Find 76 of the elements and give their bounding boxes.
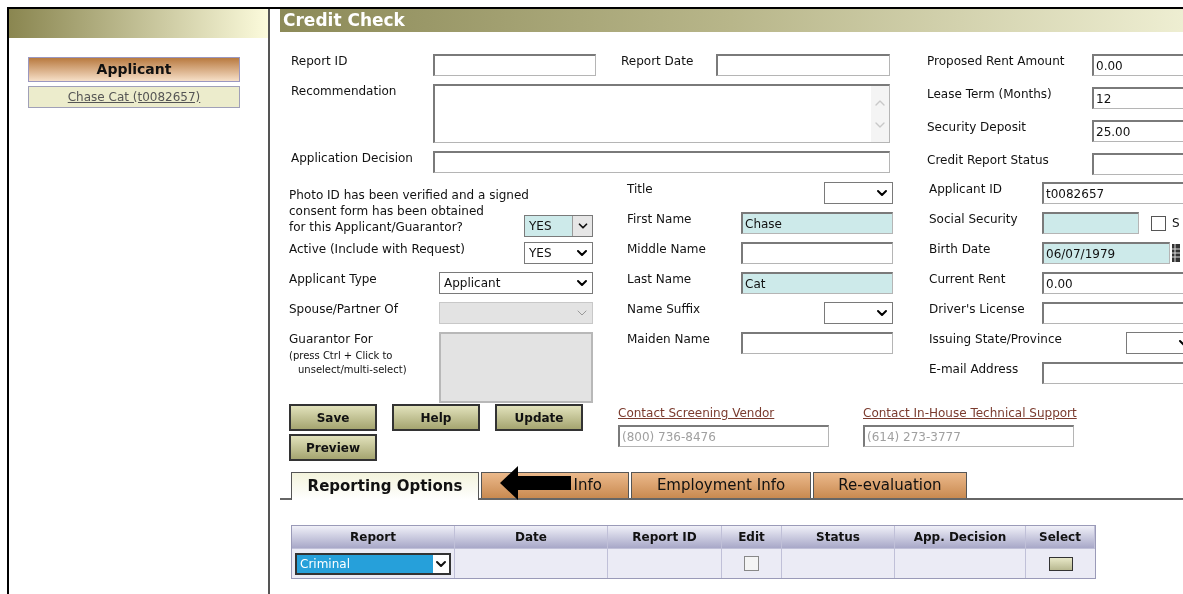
field-label: Guarantor For <box>289 332 374 347</box>
field-label: Name Suffix <box>627 302 701 317</box>
text-field[interactable] <box>1042 362 1183 384</box>
select-button[interactable] <box>1048 556 1073 571</box>
text-field[interactable] <box>741 332 893 354</box>
field-label: Maiden Name <box>627 332 711 347</box>
form-button[interactable]: Help <box>392 404 480 431</box>
text-field[interactable]: 25.00 <box>1092 120 1183 142</box>
arrow-left-icon <box>500 466 571 500</box>
field-label: Current Rent <box>929 272 1007 287</box>
column-header: Select <box>1026 526 1095 548</box>
checkbox-label: S <box>1172 215 1180 232</box>
field-label: Last Name <box>627 272 693 287</box>
field-label: Proposed Rent Amount <box>927 54 1066 69</box>
column-header: Edit <box>722 526 782 548</box>
page-title: Credit Check <box>283 9 405 32</box>
applicant-link[interactable]: Chase Cat (t0082657) <box>67 88 201 106</box>
checkbox[interactable] <box>1151 215 1166 231</box>
tab[interactable]: Re-evaluation <box>813 472 967 498</box>
text-field[interactable]: t0082657 <box>1042 182 1183 204</box>
field-label: Lease Term (Months) <box>927 87 1053 102</box>
field-label: Application Decision <box>291 151 414 166</box>
field-label: Credit Report Status <box>927 153 1050 168</box>
field-label: Recommendation <box>291 84 398 99</box>
edit-checkbox[interactable] <box>744 556 759 571</box>
text-field[interactable] <box>1092 153 1183 175</box>
field-label: Birth Date <box>929 242 992 257</box>
date-field[interactable]: 06/07/1979 <box>1042 242 1170 264</box>
field-label: Security Deposit <box>927 120 1027 135</box>
field-label: Spouse/Partner Of <box>289 302 400 317</box>
dropdown[interactable]: YES <box>524 215 593 237</box>
field-label: Report Date <box>621 54 695 69</box>
field-label: Middle Name <box>627 242 707 257</box>
field-label: Social Security <box>929 212 1019 227</box>
text-field[interactable] <box>1042 302 1183 324</box>
text-field[interactable] <box>433 151 890 173</box>
field-label: Issuing State/Province <box>929 332 1062 347</box>
field-label: Applicant ID <box>929 182 1003 197</box>
dropdown[interactable] <box>1126 332 1183 354</box>
text-field[interactable] <box>741 242 893 264</box>
column-header: Date <box>455 526 608 548</box>
text-field[interactable] <box>433 54 596 76</box>
text-field[interactable]: Cat <box>741 272 893 294</box>
text-field[interactable] <box>1042 212 1139 234</box>
section-header: Applicant <box>28 57 240 82</box>
column-header: Report ID <box>608 526 722 548</box>
tab[interactable]: Reporting Options <box>291 472 479 500</box>
field-label: E-mail Address <box>929 362 1020 377</box>
text-field[interactable] <box>716 54 890 76</box>
field-label: Driver's License <box>929 302 1026 317</box>
column-header: Report <box>292 526 455 548</box>
field-label: Report ID <box>291 54 349 69</box>
field-label: Applicant Type <box>289 272 378 287</box>
dropdown[interactable] <box>824 302 893 324</box>
tab[interactable]: Employment Info <box>631 472 811 498</box>
form-button[interactable]: Save <box>289 404 377 431</box>
field-hint: (press Ctrl + Click to unselect/multi-select) <box>289 349 408 377</box>
dropdown[interactable]: YES <box>524 242 593 264</box>
chevron-down-icon[interactable] <box>572 216 592 236</box>
column-header: Status <box>782 526 895 548</box>
column-header: App. Decision <box>895 526 1026 548</box>
dropdown[interactable]: Applicant <box>439 272 593 294</box>
calendar-icon[interactable] <box>1172 244 1180 262</box>
contact-link[interactable]: Contact Screening Vendor <box>618 404 829 422</box>
field-label: First Name <box>627 212 693 227</box>
field-label: Title <box>627 182 653 197</box>
contact-link[interactable]: Contact In-House Technical Support <box>863 404 1077 422</box>
text-field[interactable]: 0.00 <box>1092 54 1183 76</box>
form-button[interactable]: Preview <box>289 434 377 461</box>
dropdown[interactable] <box>824 182 893 204</box>
text-field[interactable]: 0.00 <box>1042 272 1183 294</box>
text-area[interactable] <box>433 84 890 143</box>
form-button[interactable]: Update <box>495 404 583 431</box>
text-field[interactable]: Chase <box>741 212 893 234</box>
field-label: Active (Include with Request) <box>289 242 465 257</box>
text-field[interactable]: 12 <box>1092 87 1183 109</box>
